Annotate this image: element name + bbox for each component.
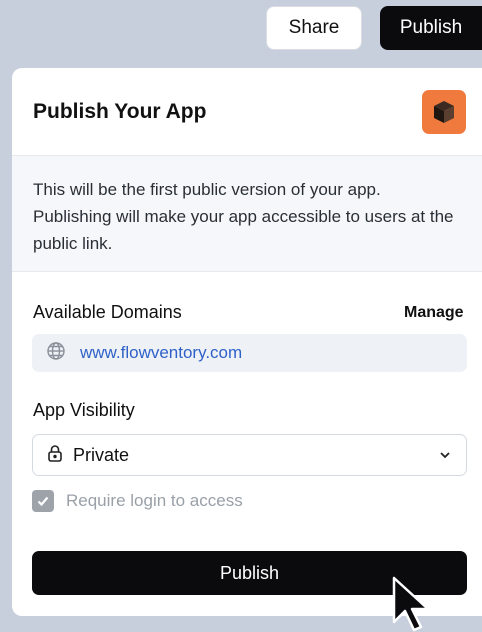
domain-link[interactable]: www.flowventory.com — [80, 343, 242, 363]
globe-icon — [46, 341, 66, 366]
domains-label: Available Domains — [33, 302, 182, 322]
mouse-cursor-icon — [392, 576, 430, 632]
dialog-header: Publish Your App — [12, 68, 482, 156]
publish-top-button[interactable]: Publish — [380, 6, 482, 50]
visibility-value: Private — [73, 444, 130, 465]
visibility-select[interactable]: Private — [32, 434, 467, 476]
notice-text: This will be the first public version of… — [33, 180, 454, 253]
visibility-label: App Visibility — [33, 400, 135, 420]
top-toolbar: Share Publish — [0, 6, 482, 50]
chevron-down-icon — [438, 448, 452, 467]
cube-icon — [422, 90, 466, 134]
share-button[interactable]: Share — [266, 6, 362, 50]
dialog-title: Publish Your App — [33, 100, 207, 123]
require-login-row: Require login to access — [32, 490, 243, 512]
domain-row: www.flowventory.com — [32, 334, 467, 372]
require-login-checkbox[interactable] — [32, 490, 54, 512]
check-icon — [37, 496, 49, 507]
lock-icon — [47, 444, 63, 467]
require-login-label: Require login to access — [66, 491, 243, 510]
manage-domains-link[interactable]: Manage — [404, 304, 464, 322]
publish-notice: This will be the first public version of… — [12, 156, 482, 272]
publish-dialog: Publish Your App This will be the first … — [12, 68, 482, 616]
